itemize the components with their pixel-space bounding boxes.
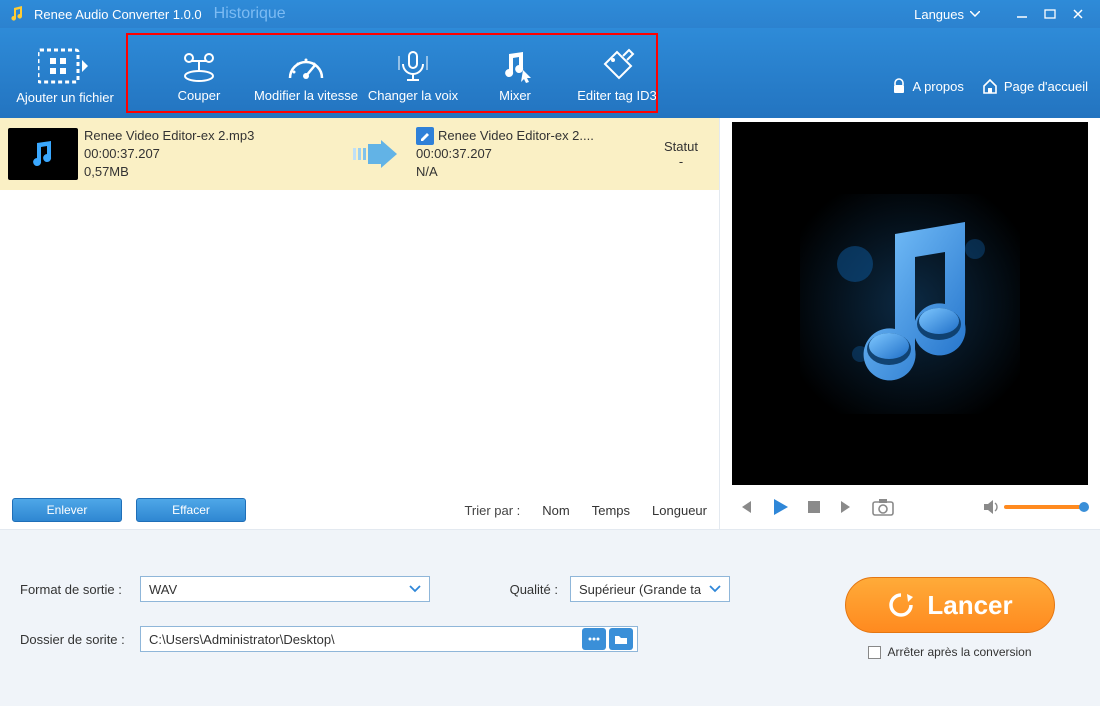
chevron-down-icon <box>409 585 423 593</box>
source-size: 0,57MB <box>84 163 334 181</box>
chevron-down-icon <box>709 585 723 593</box>
stop-button[interactable] <box>806 499 822 515</box>
source-duration: 00:00:37.207 <box>84 145 334 163</box>
dest-duration: 00:00:37.207 <box>416 145 645 163</box>
folder-value: C:\Users\Administrator\Desktop\ <box>149 632 579 647</box>
about-label: A propos <box>913 79 964 94</box>
format-label: Format de sortie : <box>20 582 140 597</box>
preview-panel <box>720 118 1100 529</box>
prev-button[interactable] <box>736 498 754 516</box>
close-button[interactable] <box>1064 4 1092 24</box>
checkbox-icon <box>868 646 881 659</box>
arrow-icon <box>340 140 410 168</box>
file-list-panel: Renee Video Editor-ex 2.mp3 00:00:37.207… <box>0 118 720 529</box>
sort-length[interactable]: Longueur <box>652 503 707 518</box>
clear-button[interactable]: Effacer <box>136 498 246 522</box>
preview-canvas <box>732 122 1088 485</box>
history-link[interactable]: Historique <box>214 5 286 23</box>
main-area: Renee Video Editor-ex 2.mp3 00:00:37.207… <box>0 118 1100 530</box>
browse-folder-button[interactable] <box>609 628 633 650</box>
volume-slider[interactable] <box>1004 505 1084 509</box>
quality-value: Supérieur (Grande ta <box>579 582 701 597</box>
output-panel: Format de sortie : WAV Qualité : Supérie… <box>0 530 1100 706</box>
remove-button[interactable]: Enlever <box>12 498 122 522</box>
app-icon <box>8 5 26 23</box>
main-toolbar: Ajouter un fichier Couper Modifier la vi… <box>0 28 1100 118</box>
language-label: Langues <box>914 7 964 22</box>
more-button[interactable] <box>582 628 606 650</box>
minimize-button[interactable] <box>1008 4 1036 24</box>
add-file-label: Ajouter un fichier <box>10 90 120 105</box>
source-filename: Renee Video Editor-ex 2.mp3 <box>84 127 334 145</box>
dest-size: N/A <box>416 163 645 181</box>
folder-icon <box>614 633 628 645</box>
play-button[interactable] <box>770 497 790 517</box>
folder-path-field[interactable]: C:\Users\Administrator\Desktop\ <box>140 626 638 652</box>
language-selector[interactable]: Langues <box>914 7 980 22</box>
launch-button[interactable]: Lancer <box>845 577 1055 633</box>
about-link[interactable]: A propos <box>891 78 964 94</box>
titlebar: Renee Audio Converter 1.0.0 Historique L… <box>0 0 1100 28</box>
list-footer: Enlever Effacer Trier par : Nom Temps Lo… <box>0 491 719 529</box>
add-file-button[interactable]: Ajouter un fichier <box>10 42 120 105</box>
chevron-down-icon <box>970 11 980 17</box>
sort-name[interactable]: Nom <box>542 503 569 518</box>
dest-info: Renee Video Editor-ex 2.... 00:00:37.207… <box>416 127 645 182</box>
dest-filename: Renee Video Editor-ex 2.... <box>438 127 594 145</box>
folder-label: Dossier de sorite : <box>20 632 140 647</box>
stop-after-checkbox[interactable]: Arrêter après la conversion <box>868 645 1031 659</box>
app-title: Renee Audio Converter 1.0.0 <box>34 7 202 22</box>
status-column: Statut - <box>651 139 711 169</box>
format-select[interactable]: WAV <box>140 576 430 602</box>
quality-select[interactable]: Supérieur (Grande ta <box>570 576 730 602</box>
lock-icon <box>891 78 907 94</box>
volume-icon[interactable] <box>982 499 1000 515</box>
snapshot-button[interactable] <box>872 498 894 516</box>
status-value: - <box>651 154 711 169</box>
homepage-link[interactable]: Page d'accueil <box>982 78 1088 94</box>
home-icon <box>982 78 998 94</box>
sortby-label: Trier par : <box>464 503 520 518</box>
source-info: Renee Video Editor-ex 2.mp3 00:00:37.207… <box>84 127 334 182</box>
sort-time[interactable]: Temps <box>592 503 630 518</box>
highlight-annotation <box>126 33 658 113</box>
file-list: Renee Video Editor-ex 2.mp3 00:00:37.207… <box>0 118 719 491</box>
filmstrip-icon <box>38 46 92 86</box>
format-value: WAV <box>149 582 177 597</box>
slider-knob[interactable] <box>1079 502 1089 512</box>
sort-controls: Trier par : Nom Temps Longueur <box>464 503 707 518</box>
thumbnail <box>8 128 78 180</box>
edit-icon[interactable] <box>416 127 434 145</box>
status-header: Statut <box>651 139 711 154</box>
quality-label: Qualité : <box>490 582 570 597</box>
file-row[interactable]: Renee Video Editor-ex 2.mp3 00:00:37.207… <box>0 118 719 190</box>
music-note-art <box>800 194 1020 414</box>
maximize-button[interactable] <box>1036 4 1064 24</box>
launch-label: Lancer <box>927 590 1012 621</box>
homepage-label: Page d'accueil <box>1004 79 1088 94</box>
stop-after-label: Arrêter après la conversion <box>887 645 1031 659</box>
refresh-icon <box>887 591 915 619</box>
preview-controls <box>732 485 1088 529</box>
next-button[interactable] <box>838 498 856 516</box>
